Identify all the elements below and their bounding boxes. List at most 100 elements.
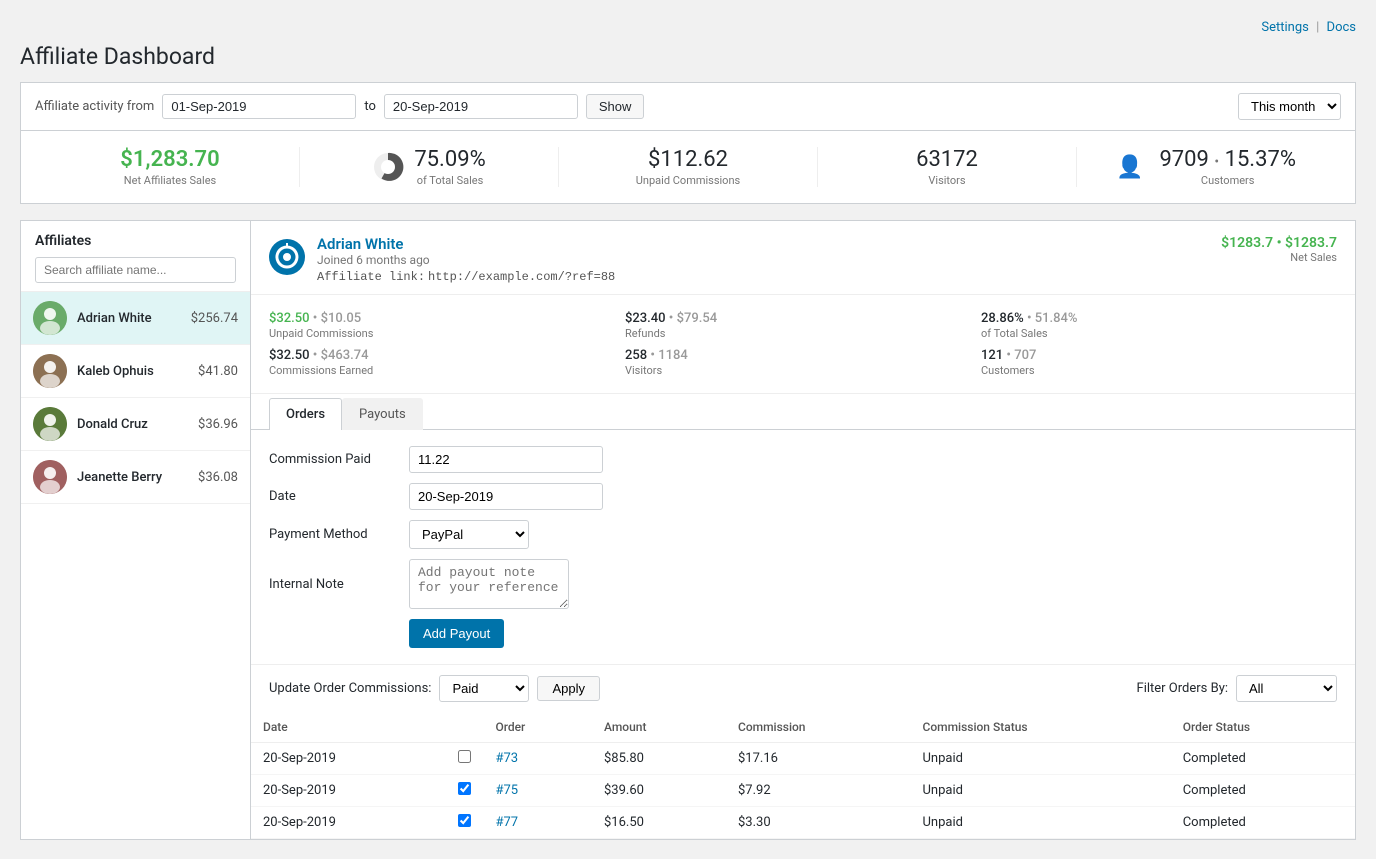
order-link-1[interactable]: #75 — [495, 783, 518, 798]
affiliate-amount-3: $36.08 — [198, 470, 238, 485]
date-filter-left: Affiliate activity from to Show — [35, 94, 644, 119]
order-link-2[interactable]: #77 — [495, 815, 518, 830]
order-status-1: Completed — [1171, 775, 1355, 807]
avatar-1 — [33, 354, 67, 388]
payment-method-label: Payment Method — [269, 527, 409, 542]
internal-note-textarea[interactable] — [409, 559, 569, 609]
docs-link[interactable]: Docs — [1327, 20, 1356, 35]
affiliate-name-0: Adrian White — [77, 311, 191, 326]
order-checkbox-0[interactable] — [458, 750, 471, 763]
tab-orders[interactable]: Orders — [269, 398, 342, 430]
date-label: Date — [269, 489, 409, 504]
commission-paid-input[interactable] — [409, 446, 603, 473]
order-commission-1: $7.92 — [726, 775, 911, 807]
date-row: Date — [269, 483, 1337, 510]
order-link-0[interactable]: #73 — [495, 751, 518, 766]
show-button[interactable]: Show — [586, 94, 645, 119]
orders-controls-left: Update Order Commissions: Paid Unpaid Re… — [269, 675, 600, 702]
affiliate-detail-logo — [269, 239, 305, 279]
apply-button[interactable]: Apply — [537, 676, 600, 701]
payout-form: Commission Paid Date Payment Method PayP… — [251, 430, 1355, 664]
filter-label: Filter Orders By: — [1137, 681, 1228, 696]
internal-note-row: Internal Note — [269, 559, 1337, 609]
col-order: Order — [483, 712, 592, 743]
affiliate-detail-info: Adrian White Joined 6 months ago Affilia… — [269, 235, 615, 284]
payment-method-select[interactable]: PayPal Bank Transfer Check Other — [409, 520, 529, 549]
date-input[interactable] — [409, 483, 603, 510]
avatar-img-1 — [33, 354, 67, 388]
affiliate-item-2[interactable]: Donald Cruz $36.96 — [21, 398, 250, 451]
affiliates-title: Affiliates — [35, 233, 91, 249]
affiliates-header: Affiliates — [21, 221, 250, 292]
order-status-0: Completed — [1171, 743, 1355, 775]
refunds-detail-value: $23.40 • $79.54 — [625, 311, 981, 326]
order-commission-0: $17.16 — [726, 743, 911, 775]
order-commission-status-2: Unpaid — [910, 807, 1170, 839]
affiliate-name-3: Jeanette Berry — [77, 470, 198, 485]
order-date-0: 20-Sep-2019 — [251, 743, 446, 775]
total-sales-pct-label: of Total Sales — [414, 174, 485, 187]
avatar-img-0 — [33, 301, 67, 335]
order-commission-2: $3.30 — [726, 807, 911, 839]
customers-stat: 👤 9709 • 15.37% Customers — [1077, 147, 1335, 187]
visitors-detail-value: 258 • 1184 — [625, 348, 981, 363]
order-check-0[interactable] — [446, 743, 483, 775]
order-status-select[interactable]: Paid Unpaid Rejected — [439, 675, 529, 702]
pie-chart-icon — [372, 151, 404, 183]
date-from-input[interactable] — [162, 94, 356, 119]
date-filter-bar: Affiliate activity from to Show This mon… — [20, 82, 1356, 131]
affiliate-link: Affiliate link: http://example.com/?ref=… — [317, 269, 615, 284]
total-sales-detail-label: of Total Sales — [981, 327, 1337, 340]
period-select[interactable]: This month — [1238, 93, 1341, 120]
filter-select[interactable]: All Unpaid Paid Completed — [1236, 675, 1337, 702]
settings-link[interactable]: Settings — [1261, 20, 1308, 35]
order-checkbox-1[interactable] — [458, 782, 471, 795]
customers-label: Customers — [1159, 174, 1296, 187]
order-status-2: Completed — [1171, 807, 1355, 839]
net-sales-values: $1283.7 • $1283.7 — [1221, 235, 1337, 251]
to-label: to — [364, 99, 376, 114]
tab-payouts[interactable]: Payouts — [342, 398, 423, 430]
affiliate-detail-name: Adrian White — [317, 235, 615, 253]
order-check-2[interactable] — [446, 807, 483, 839]
visitors-detail: 258 • 1184 Visitors — [625, 344, 981, 381]
unpaid-commissions-detail-value: $32.50 • $10.05 — [269, 311, 625, 326]
affiliate-logo-icon — [269, 239, 305, 275]
period-selector[interactable]: This month — [1238, 93, 1341, 120]
separator: | — [1316, 20, 1319, 35]
order-checkbox-2[interactable] — [458, 814, 471, 827]
col-order-status: Order Status — [1171, 712, 1355, 743]
commission-paid-label: Commission Paid — [269, 452, 409, 467]
avatar-2 — [33, 407, 67, 441]
add-payout-button[interactable]: Add Payout — [409, 619, 504, 648]
date-to-input[interactable] — [384, 94, 578, 119]
affiliate-joined: Joined 6 months ago — [317, 253, 615, 267]
affiliate-item-0[interactable]: Adrian White $256.74 — [21, 292, 250, 345]
affiliate-item-3[interactable]: Jeanette Berry $36.08 — [21, 451, 250, 504]
page-title: Affiliate Dashboard — [20, 43, 1356, 70]
order-amount-2: $16.50 — [592, 807, 726, 839]
affiliate-item-1[interactable]: Kaleb Ophuis $41.80 — [21, 345, 250, 398]
avatar-img-3 — [33, 460, 67, 494]
update-order-label: Update Order Commissions: — [269, 681, 431, 696]
col-check — [446, 712, 483, 743]
detail-panel: Adrian White Joined 6 months ago Affilia… — [251, 221, 1355, 839]
order-id-1: #75 — [483, 775, 592, 807]
customers-detail-label: Customers — [981, 364, 1337, 377]
avatar-3 — [33, 460, 67, 494]
visitors-detail-label: Visitors — [625, 364, 981, 377]
total-sales-pct-value: 75.09% — [414, 147, 485, 172]
visitors-stat: 63172 Visitors — [818, 147, 1077, 187]
table-row: 20-Sep-2019 #73 $85.80 $17.16 Unpaid Com… — [251, 743, 1355, 775]
affiliates-sidebar: Affiliates Adrian White $256.74 — [21, 221, 251, 839]
avatar-0 — [33, 301, 67, 335]
unpaid-commissions-label: Unpaid Commissions — [636, 174, 740, 187]
affiliate-search-input[interactable] — [35, 257, 236, 283]
commissions-earned-label: Commissions Earned — [269, 364, 625, 377]
order-check-1[interactable] — [446, 775, 483, 807]
person-icon: 👤 — [1116, 155, 1143, 180]
table-row: 20-Sep-2019 #75 $39.60 $7.92 Unpaid Comp… — [251, 775, 1355, 807]
top-links: Settings | Docs — [20, 20, 1356, 35]
unpaid-commissions-detail-label: Unpaid Commissions — [269, 327, 625, 340]
customers-detail-value: 121 • 707 — [981, 348, 1337, 363]
